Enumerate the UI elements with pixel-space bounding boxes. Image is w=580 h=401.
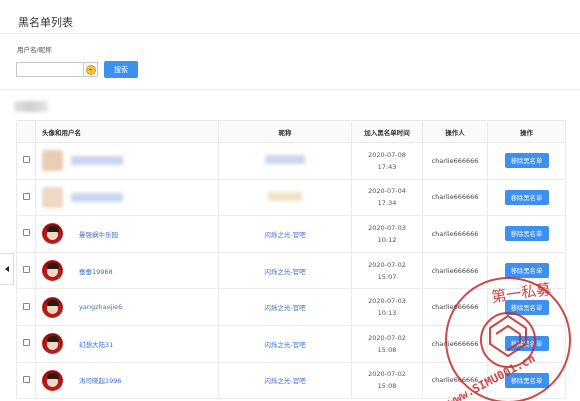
date: 2020-07-02 (368, 260, 406, 269)
chevron-left-icon (4, 266, 9, 272)
avatar[interactable] (42, 369, 63, 391)
header-nick: 昵称 (218, 120, 352, 143)
search-button[interactable]: 搜索 (104, 61, 138, 78)
remove-blacklist-button[interactable]: 移除黑名单 (504, 189, 549, 205)
username[interactable] (71, 192, 123, 202)
emoji-button[interactable] (83, 62, 98, 77)
table-row: 2020-07-04 17:34 charlie666666 移除黑名单 (16, 178, 566, 217)
table-row: yangzhaojie6 闪烁之光-官吧 2020-07-03 10:13 cha… (16, 288, 566, 326)
avatar[interactable] (42, 333, 63, 355)
username[interactable] (71, 156, 123, 166)
operator: charlie666666 (422, 178, 488, 217)
sidebar-toggle[interactable] (0, 253, 14, 285)
date: 2020-07-03 (368, 223, 406, 232)
table-row: 曼强蜗牛乐园 闪烁之光-官吧 2020-07-03 10:12 charlie66… (16, 215, 566, 253)
remove-blacklist-button[interactable]: 移除黑名单 (504, 263, 549, 279)
search-input[interactable] (16, 62, 84, 77)
row-checkbox[interactable] (22, 266, 30, 274)
clock: 15:07 (377, 272, 397, 281)
date: 2020-07-04 (368, 187, 406, 196)
row-checkbox[interactable] (22, 339, 30, 347)
remove-blacklist-button[interactable]: 移除黑名单 (504, 372, 549, 388)
operator: charlie666666 (422, 324, 488, 363)
section-divider (0, 89, 580, 90)
row-checkbox[interactable] (22, 375, 30, 383)
date: 2020-07-03 (368, 297, 406, 306)
header-time: 加入黑名单时间 (351, 120, 423, 143)
clock: 17:43 (377, 162, 397, 171)
header-operator: 操作人 (422, 120, 488, 143)
table-row: 蚕蚕19968 闪烁之光-官吧 2020-07-02 15:07 charlie6… (16, 251, 566, 290)
remove-blacklist-button[interactable]: 移除黑名单 (504, 299, 549, 315)
table-row: 涛司晓起1996 闪烁之光-官吧 2020-07-02 15:08 charlie… (16, 361, 566, 400)
clock: 10:13 (377, 309, 397, 318)
header-name: 头像和用户名 (35, 120, 219, 143)
header-action: 操作 (487, 120, 566, 143)
avatar[interactable] (42, 296, 63, 318)
row-checkbox[interactable] (22, 302, 30, 310)
smiley-icon (85, 64, 96, 75)
clock: 15:08 (377, 345, 397, 354)
header-check (16, 120, 36, 143)
row-checkbox[interactable] (22, 229, 30, 237)
username[interactable]: 曼强蜗牛乐园 (79, 229, 118, 239)
page-title: 黑名单列表 (18, 16, 73, 29)
nickname[interactable] (265, 155, 305, 165)
table-row: 2020-07-08 17:43 charlie666666 移除黑名单 (16, 142, 566, 180)
operator: charlie666666 (422, 361, 488, 400)
date: 2020-07-02 (368, 333, 406, 342)
username[interactable]: 蚕蚕19968 (79, 266, 113, 276)
date: 2020-07-02 (368, 370, 406, 379)
username[interactable]: 幻想大陆31 (79, 339, 113, 349)
nickname[interactable] (268, 191, 302, 201)
clock: 15:08 (377, 382, 397, 391)
nickname[interactable]: 闪烁之光-官吧 (264, 304, 305, 312)
username[interactable]: yangzhaojie6 (79, 303, 122, 311)
clock: 10:12 (377, 235, 397, 244)
username[interactable]: 涛司晓起1996 (79, 375, 122, 385)
blurred-count (14, 101, 48, 112)
header-divider (0, 33, 580, 34)
operator: charlie666666 (422, 215, 488, 253)
remove-blacklist-button[interactable]: 移除黑名单 (504, 153, 549, 169)
nickname[interactable]: 闪烁之光-官吧 (264, 268, 305, 276)
remove-blacklist-button[interactable]: 移除黑名单 (504, 336, 549, 352)
row-checkbox[interactable] (22, 192, 30, 200)
filter-label: 用户名/昵称 (17, 46, 52, 54)
operator: charlie666666 (422, 251, 488, 290)
operator: charlie666666 (422, 142, 488, 180)
table-row: 幻想大陆31 闪烁之光-官吧 2020-07-02 15:08 charlie66… (16, 324, 566, 363)
avatar[interactable] (42, 150, 63, 172)
nickname[interactable]: 闪烁之光-官吧 (264, 231, 305, 239)
nickname[interactable]: 闪烁之光-官吧 (264, 377, 305, 385)
blacklist-table: 头像和用户名 昵称 加入黑名单时间 操作人 操作 2020-07-08 17:43… (16, 120, 566, 400)
remove-blacklist-button[interactable]: 移除黑名单 (504, 226, 549, 242)
nickname[interactable]: 闪烁之光-官吧 (264, 341, 305, 349)
table-header-row: 头像和用户名 昵称 加入黑名单时间 操作人 操作 (16, 120, 566, 143)
row-checkbox[interactable] (22, 156, 30, 164)
avatar[interactable] (42, 260, 63, 282)
operator: charlie666666 (422, 288, 488, 326)
date: 2020-07-08 (368, 150, 406, 159)
avatar[interactable] (42, 186, 63, 208)
avatar[interactable] (42, 223, 63, 245)
clock: 17:34 (377, 199, 397, 208)
